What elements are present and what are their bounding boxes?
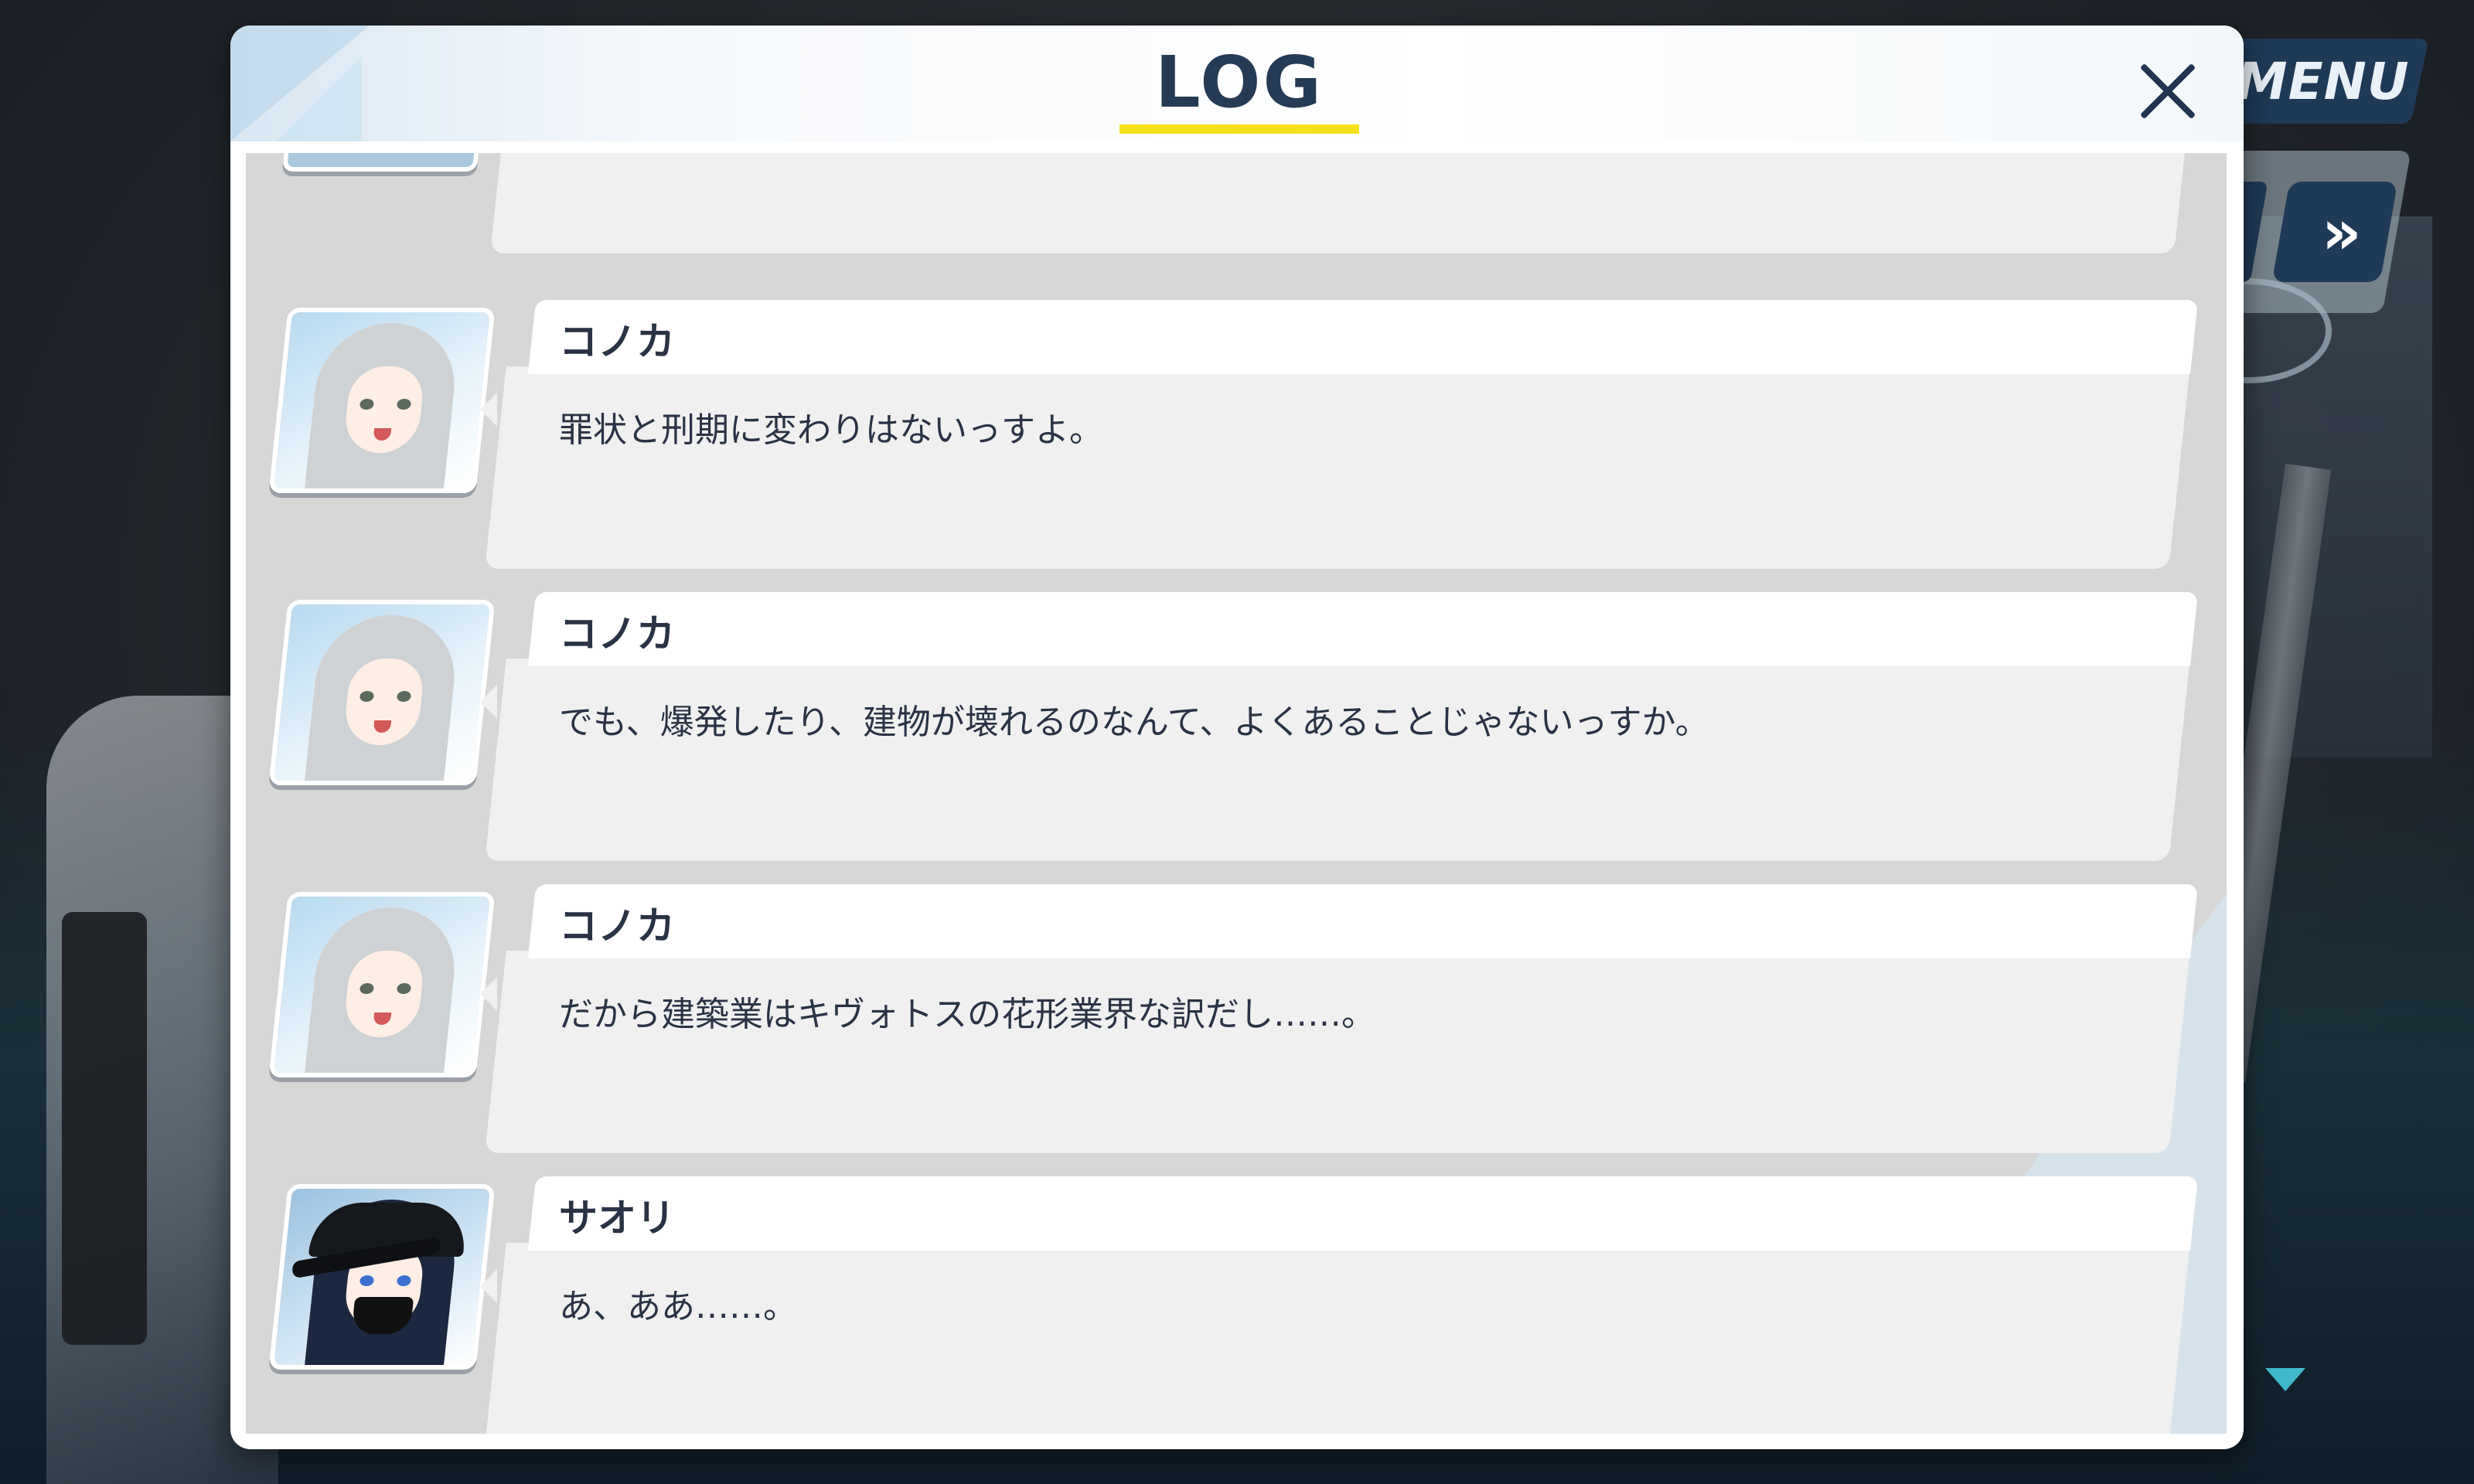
bubble-tail [480,393,497,427]
speaker-name: コノカ [559,904,675,948]
dialogue-text: だから建築業はキヴォトスの花形業界な訳だし……。 [559,995,1375,1034]
name-bar [527,300,2199,374]
menu-button[interactable]: MENU [2217,39,2429,124]
log-header: LOG [230,26,2244,141]
konoka-avatar [268,600,496,785]
menu-button-label: MENU [2237,51,2410,111]
konoka-avatar [268,892,496,1077]
text-box [485,951,2190,1153]
saori-avatar [268,1184,496,1370]
dialogue-text: あ、ああ……。 [559,1287,797,1326]
text-box [485,659,2190,861]
name-bar [527,884,2199,958]
background-gun [62,912,147,1345]
konoka-avatar [268,308,496,493]
speaker-name: コノカ [559,611,675,656]
bubble-tail [480,977,497,1011]
dialogue-text: でも、爆発したり、建物が壊れるのなんて、よくあることじゃないっすか。 [559,703,1709,742]
text-box [485,366,2190,569]
skip-button[interactable]: » [2271,182,2398,282]
next-indicator-icon[interactable] [2265,1368,2305,1391]
text-box [490,153,2185,254]
log-entry: コノカ でも、爆発したり、建物が壊れるのなんて、よくあることじゃないっすか。 [246,592,2227,882]
log-entry: コノカ だから建築業はキヴォトスの花形業界な訳だし……。 [246,884,2227,1174]
bubble-tail [480,685,497,719]
log-window: LOG コノカ 罪状と刑期に変わりはないっすよ。 コノカ でも、爆発したり、建物… [230,26,2244,1449]
log-list[interactable]: コノカ 罪状と刑期に変わりはないっすよ。 コノカ でも、爆発したり、建物が壊れる… [246,153,2227,1434]
bubble-tail [480,1269,497,1303]
dialogue-text: 罪状と刑期に変わりはないっすよ。 [559,410,1103,450]
text-box [485,1243,2190,1434]
avatar [281,153,479,172]
header-decoration [277,56,362,141]
speaker-name: サオリ [559,1196,675,1241]
close-icon[interactable] [2117,41,2217,141]
name-bar [527,1176,2199,1251]
title-underline [1119,124,1359,134]
log-entry: コノカ 罪状と刑期に変わりはないっすよ。 [246,300,2227,590]
log-entry: サオリ あ、ああ……。 [246,1176,2227,1434]
name-bar [527,592,2199,666]
speaker-name: コノカ [559,319,675,364]
log-title: LOG [1154,41,1324,124]
skip-icon: » [2322,196,2348,268]
